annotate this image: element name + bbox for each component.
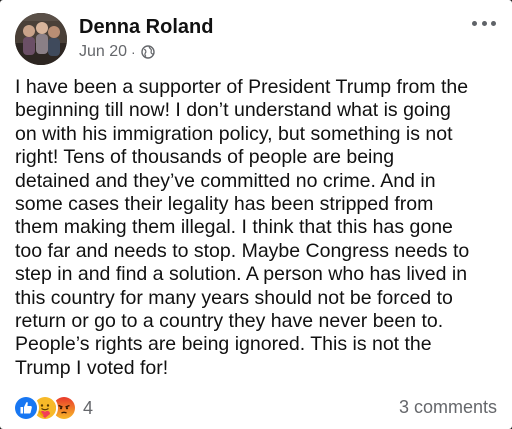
more-dot bbox=[491, 20, 496, 26]
post-line: People’s rights are being ignored. This … bbox=[15, 333, 432, 356]
post-line: return or go to a country they have neve… bbox=[15, 310, 444, 333]
post-line: Trump I voted for! bbox=[15, 356, 169, 379]
more-options-icon[interactable] bbox=[472, 14, 496, 32]
post-meta: Jun 20 · bbox=[79, 42, 155, 62]
post-line: detained and they’ve committed no crime.… bbox=[15, 169, 436, 192]
globe-icon bbox=[141, 45, 155, 59]
author-avatar[interactable] bbox=[15, 13, 67, 65]
post-card: Denna Roland Jun 20 · I have been a supp… bbox=[0, 0, 512, 429]
like-icon bbox=[13, 395, 39, 421]
more-dot bbox=[472, 20, 477, 26]
post-line: right! Tens of thousands of people are b… bbox=[15, 146, 395, 169]
author-name[interactable]: Denna Roland bbox=[79, 15, 213, 39]
post-line: too far and needs to stop. Maybe Congres… bbox=[15, 239, 470, 262]
post-line: step in and find a solution. A person wh… bbox=[15, 263, 468, 286]
post-body: I have been a supporter of President Tru… bbox=[15, 76, 499, 380]
more-dot bbox=[481, 20, 487, 26]
post-line: beginning till now! I don’t understand w… bbox=[15, 99, 451, 122]
reaction-count: 4 bbox=[83, 397, 94, 418]
post-date[interactable]: Jun 20 bbox=[79, 43, 127, 61]
reactions-summary[interactable]: 4 bbox=[13, 395, 94, 421]
post-line: I have been a supporter of President Tru… bbox=[15, 76, 469, 98]
post-line: this country for many years should not b… bbox=[15, 286, 453, 309]
meta-separator: · bbox=[131, 44, 136, 60]
post-line: some cases their legality has been strip… bbox=[15, 193, 434, 216]
post-line: them making them illegal. I think that t… bbox=[15, 216, 453, 239]
post-line: on with his immigration policy, but some… bbox=[15, 122, 453, 145]
avatar-photo bbox=[15, 13, 67, 65]
comments-count-link[interactable]: 3 comments bbox=[399, 397, 497, 418]
